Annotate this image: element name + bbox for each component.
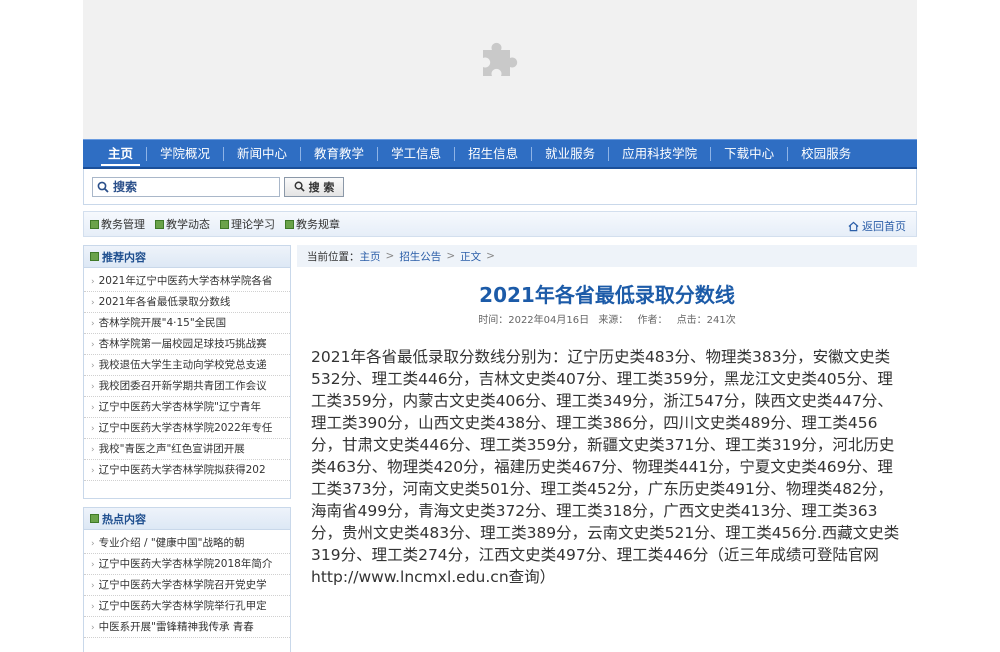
nav-item-applied-tech[interactable]: 应用科技学院 xyxy=(609,140,710,168)
article-source: 来源： xyxy=(598,315,629,326)
search-button[interactable]: 搜 索 xyxy=(284,176,344,197)
search-bar: 搜索 搜 索 xyxy=(83,169,917,205)
hot-title: 热点内容 xyxy=(102,512,146,526)
nav-item-education[interactable]: 教育教学 xyxy=(301,140,377,168)
recommended-box: 推荐内容 › 2021年辽宁中医药大学杏林学院各省 › 2021年各省最低录取分数线… xyxy=(83,245,291,499)
back-home-link[interactable]: 返回首页 xyxy=(848,218,906,234)
book-icon xyxy=(90,252,99,261)
nav-item-student-affairs[interactable]: 学工信息 xyxy=(378,140,454,168)
list-item[interactable]: › 2021年辽宁中医药大学杏林学院各省 xyxy=(84,271,290,292)
arrow-icon: › xyxy=(91,277,95,287)
arrow-icon: › xyxy=(91,581,95,591)
list-item[interactable]: › 杏林学院开展"4·15"全民国 xyxy=(84,313,290,334)
list-item[interactable]: › 2021年各省最低录取分数线 xyxy=(84,292,290,313)
hot-box: 热点内容 › 专业介绍 / "健康中国"战略的朝 › 辽宁中医药大学杏林学院2018… xyxy=(83,507,291,652)
book-icon xyxy=(90,514,99,523)
magnifier-icon xyxy=(294,181,305,192)
list-item[interactable]: › 辽宁中医药大学杏林学院召开党史学 xyxy=(84,575,290,596)
arrow-icon: › xyxy=(91,382,95,392)
subnav-label: 教学动态 xyxy=(166,218,210,231)
subnav-item[interactable]: 教务管理 xyxy=(90,216,145,232)
arrow-icon: › xyxy=(91,319,95,329)
nav-item-employment[interactable]: 就业服务 xyxy=(532,140,608,168)
search-placeholder: 搜索 xyxy=(113,180,138,194)
arrow-icon: › xyxy=(91,602,95,612)
recommended-title: 推荐内容 xyxy=(102,250,146,264)
article-time: 时间：2022年04月16日 xyxy=(478,315,590,326)
list-item[interactable]: › 专业介绍 / "健康中国"战略的朝 xyxy=(84,533,290,554)
nav-item-news[interactable]: 新闻中心 xyxy=(224,140,300,168)
nav-item-admissions[interactable]: 招生信息 xyxy=(455,140,531,168)
breadcrumb-separator: > xyxy=(385,250,395,262)
arrow-icon: › xyxy=(91,424,95,434)
subnav-label: 教务管理 xyxy=(101,218,145,231)
list-item[interactable]: › 中医系开展"雷锋精神我传承 青春 xyxy=(84,617,290,638)
hot-header: 热点内容 xyxy=(84,508,290,530)
nav-item-downloads[interactable]: 下载中心 xyxy=(711,140,787,168)
list-item[interactable]: › 我校"青医之声"红色宣讲团开展 xyxy=(84,439,290,460)
nav-item-campus-services[interactable]: 校园服务 xyxy=(788,140,864,168)
list-item[interactable]: › 辽宁中医药大学杏林学院举行孔甲定 xyxy=(84,596,290,617)
arrow-icon: › xyxy=(91,539,95,549)
article-panel: 当前位置： 主页 > 招生公告 > 正文 > 2021年各省最低录取分数线 时间… xyxy=(297,245,917,588)
recommended-header: 推荐内容 xyxy=(84,246,290,268)
list-item[interactable]: › 辽宁中医药大学杏林学院拟获得202 xyxy=(84,460,290,481)
search-input[interactable]: 搜索 xyxy=(92,176,280,197)
list-item[interactable]: › 辽宁中医药大学杏林学院2018年简介 xyxy=(84,554,290,575)
breadcrumb-separator: > xyxy=(446,250,456,262)
article-body: 2021年各省最低录取分数线分别为：辽宁历史类483分、物理类383分，安徽文史… xyxy=(311,348,900,586)
arrow-icon: › xyxy=(91,298,95,308)
list-item[interactable]: › 辽宁中医药大学杏林学院2022年专任 xyxy=(84,418,290,439)
list-item[interactable]: › 我校退伍大学生主动向学校党总支递 xyxy=(84,355,290,376)
list-item[interactable]: › 我校团委召开新学期共青团工作会议 xyxy=(84,376,290,397)
subnav-label: 理论学习 xyxy=(231,218,275,231)
article-hits: 点击：241次 xyxy=(676,315,736,326)
book-icon xyxy=(155,219,164,229)
nav-item-home[interactable]: 主页 xyxy=(95,140,146,168)
breadcrumb-prefix: 当前位置： xyxy=(307,250,360,263)
arrow-icon: › xyxy=(91,361,95,371)
article-title: 2021年各省最低录取分数线 xyxy=(479,283,735,307)
breadcrumb-current[interactable]: 正文 xyxy=(460,249,481,264)
subnav-item[interactable]: 教学动态 xyxy=(155,216,210,232)
book-icon xyxy=(90,219,99,229)
book-icon xyxy=(220,219,229,229)
banner-placeholder xyxy=(83,0,917,139)
sub-navigation: 教务管理 教学动态 理论学习 教务规章 返回首页 xyxy=(83,211,917,237)
article-meta: 时间：2022年04月16日 来源： 作者： 点击：241次 xyxy=(297,311,917,326)
arrow-icon: › xyxy=(91,403,95,413)
nav-item-about[interactable]: 学院概况 xyxy=(147,140,223,168)
breadcrumb-section[interactable]: 招生公告 xyxy=(399,249,441,264)
subnav-item[interactable]: 理论学习 xyxy=(220,216,275,232)
subnav-label: 教务规章 xyxy=(296,218,340,231)
hot-list: › 专业介绍 / "健康中国"战略的朝 › 辽宁中医药大学杏林学院2018年简介 ›… xyxy=(84,530,290,642)
article-author: 作者： xyxy=(637,315,668,326)
arrow-icon: › xyxy=(91,560,95,570)
arrow-icon: › xyxy=(91,340,95,350)
breadcrumb: 当前位置： 主页 > 招生公告 > 正文 > xyxy=(297,245,917,267)
sidebar: 推荐内容 › 2021年辽宁中医药大学杏林学院各省 › 2021年各省最低录取分数线… xyxy=(83,245,291,652)
subnav-item[interactable]: 教务规章 xyxy=(285,216,340,232)
page: 主页 学院概况 新闻中心 教育教学 学工信息 招生信息 就业服务 应用科技学院 … xyxy=(83,0,917,652)
home-icon xyxy=(848,221,859,231)
book-icon xyxy=(285,219,294,229)
arrow-icon: › xyxy=(91,445,95,455)
search-button-label: 搜 索 xyxy=(308,180,335,194)
back-home-label: 返回首页 xyxy=(862,220,906,233)
recommended-list: › 2021年辽宁中医药大学杏林学院各省 › 2021年各省最低录取分数线 › 杏林学… xyxy=(84,268,290,485)
magnifier-icon xyxy=(97,181,109,193)
puzzle-piece-icon xyxy=(483,42,518,76)
main-navigation: 主页 学院概况 新闻中心 教育教学 学工信息 招生信息 就业服务 应用科技学院 … xyxy=(83,139,917,169)
list-item[interactable]: › 辽宁中医药大学杏林学院"辽宁青年 xyxy=(84,397,290,418)
breadcrumb-separator: > xyxy=(486,250,495,262)
breadcrumb-home[interactable]: 主页 xyxy=(360,249,381,264)
list-item[interactable]: › 杏林学院第一届校园足球技巧挑战赛 xyxy=(84,334,290,355)
arrow-icon: › xyxy=(91,623,95,633)
arrow-icon: › xyxy=(91,466,95,476)
